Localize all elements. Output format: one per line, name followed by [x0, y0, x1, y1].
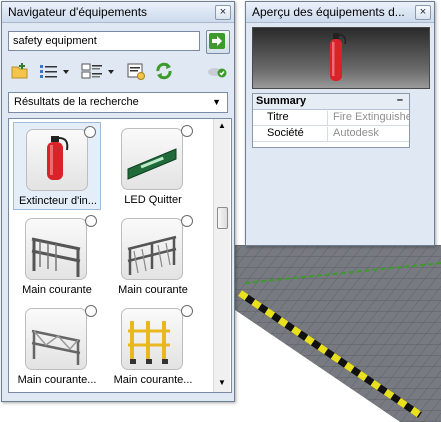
preview-image — [252, 27, 430, 89]
arrow-right-icon — [209, 33, 225, 49]
select-radio[interactable] — [84, 126, 96, 138]
result-item-extinguisher[interactable]: Extincteur d'in... — [13, 122, 101, 210]
navigator-close-button[interactable]: × — [215, 5, 231, 20]
properties-icon[interactable] — [126, 61, 146, 81]
select-radio[interactable] — [85, 215, 97, 227]
handrail-icon — [25, 218, 87, 280]
preview-close-button[interactable]: × — [415, 5, 431, 20]
property-value: Fire Extinguishe — [333, 111, 409, 123]
navigator-toolbar — [8, 59, 232, 85]
property-key: Société — [267, 127, 328, 141]
navigator-titlebar[interactable]: Navigateur d'équipements × — [2, 2, 234, 23]
property-row-title: Titre Fire Extinguishe — [253, 110, 409, 126]
result-item-led-exit[interactable]: LED Quitter — [109, 122, 197, 210]
item-label: Main courante... — [17, 374, 97, 386]
item-label: Extincteur d'in... — [19, 195, 97, 207]
add-folder-icon[interactable] — [10, 61, 30, 81]
search-input[interactable] — [8, 31, 200, 51]
chevron-down-icon: ▼ — [212, 97, 221, 107]
handrail-yellow-icon — [121, 308, 183, 370]
item-label: Main courante... — [113, 374, 193, 386]
property-row-company: Société Autodesk — [253, 126, 409, 142]
result-item-handrail-1[interactable]: Main courante — [13, 212, 101, 300]
search-go-button[interactable] — [206, 30, 230, 54]
details-view-icon[interactable] — [80, 61, 120, 81]
collapse-icon[interactable]: – — [397, 94, 403, 106]
result-item-handrail-2[interactable]: Main courante — [109, 212, 197, 300]
fire-extinguisher-icon — [330, 33, 347, 81]
result-item-handrail-4[interactable]: Main courante... — [109, 302, 197, 390]
result-item-handrail-3[interactable]: Main courante... — [13, 302, 101, 390]
cloud-icon[interactable] — [206, 61, 228, 81]
preview-title: Aperçu des équipements d... — [252, 5, 405, 19]
results-list: Extincteur d'in... LED Quitter Main cour… — [8, 118, 232, 393]
chevron-down-icon — [63, 70, 69, 74]
property-key: Titre — [267, 111, 328, 125]
select-radio[interactable] — [85, 305, 97, 317]
scroll-up-icon[interactable]: ▲ — [218, 121, 226, 130]
item-label: Main courante — [118, 284, 188, 296]
select-radio[interactable] — [181, 125, 193, 137]
preview-titlebar[interactable]: Aperçu des équipements d... × — [246, 2, 434, 23]
list-view-icon[interactable] — [38, 61, 74, 81]
select-radio[interactable] — [181, 305, 193, 317]
scroll-thumb[interactable] — [217, 207, 228, 229]
results-dropdown-value: Résultats de la recherche — [14, 96, 139, 108]
exit-sign-icon — [121, 128, 183, 190]
summary-header[interactable]: Summary – — [253, 94, 409, 110]
refresh-icon[interactable] — [154, 61, 174, 81]
properties-panel: Summary – Titre Fire Extinguishe Société… — [252, 93, 410, 148]
property-value: Autodesk — [333, 127, 379, 139]
equipment-navigator-window: Navigateur d'équipements × safety equipm… — [1, 1, 235, 402]
scroll-down-icon[interactable]: ▼ — [218, 378, 226, 387]
navigator-title: Navigateur d'équipements — [8, 5, 148, 19]
results-dropdown[interactable]: Résultats de la recherche ▼ — [8, 92, 228, 113]
handrail-icon — [25, 308, 87, 370]
results-scrollbar[interactable]: ▲ ▼ — [213, 119, 230, 392]
item-label: Main courante — [22, 284, 92, 296]
equipment-preview-window: Aperçu des équipements d... × Summary – … — [245, 1, 435, 246]
item-label: LED Quitter — [124, 194, 182, 206]
summary-title: Summary — [256, 95, 307, 107]
select-radio[interactable] — [181, 215, 193, 227]
fire-extinguisher-icon — [26, 129, 88, 191]
handrail-icon — [121, 218, 183, 280]
